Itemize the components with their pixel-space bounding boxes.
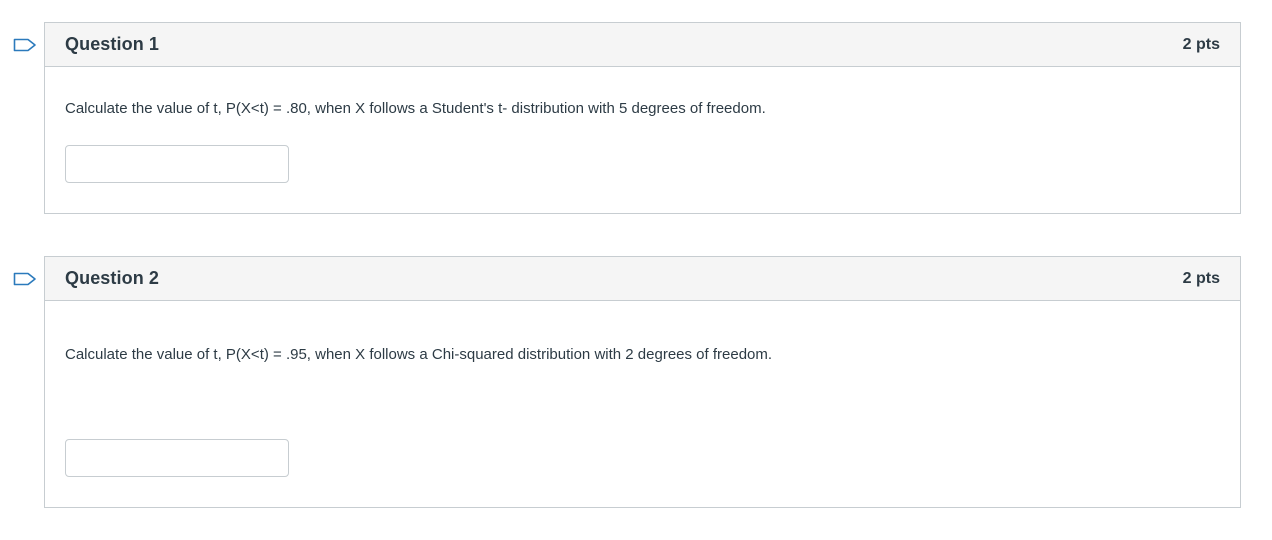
flag-question-icon[interactable] <box>13 272 37 286</box>
question-2-text: Calculate the value of t, P(X<t) = .95, … <box>65 346 773 363</box>
question-1-header: Question 1 2 pts <box>45 23 1240 67</box>
question-2-points: 2 pts <box>1182 270 1220 287</box>
question-2-title: Question 2 <box>65 268 160 288</box>
flag-question-icon[interactable] <box>13 38 37 52</box>
question-1-points: 2 pts <box>1182 36 1220 53</box>
question-1-card: Question 1 2 pts Calculate the value of … <box>13 22 1241 214</box>
question-2-header: Question 2 2 pts <box>45 257 1240 301</box>
question-2-card: Question 2 2 pts Calculate the value of … <box>13 256 1241 508</box>
question-1-text: Calculate the value of t, P(X<t) = .80, … <box>65 100 766 117</box>
question-1-answer-input[interactable] <box>65 145 289 183</box>
question-2-answer-input[interactable] <box>65 439 289 477</box>
question-1-title: Question 1 <box>65 34 160 54</box>
